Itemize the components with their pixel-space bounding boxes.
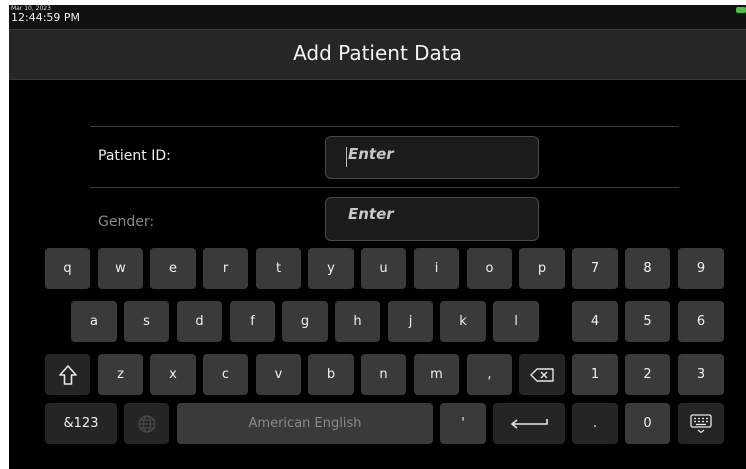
key-d[interactable]: d	[177, 301, 222, 342]
key-2[interactable]: 2	[625, 354, 670, 395]
key-v[interactable]: v	[256, 354, 301, 395]
key-p[interactable]: p	[519, 248, 565, 289]
key-o[interactable]: o	[467, 248, 512, 289]
hide-keyboard-key[interactable]	[678, 403, 724, 444]
backspace-icon	[530, 367, 554, 382]
battery-icon	[736, 7, 746, 13]
enter-key[interactable]	[493, 403, 565, 444]
key-period[interactable]: .	[572, 403, 618, 444]
key-j[interactable]: j	[388, 301, 433, 342]
globe-key[interactable]	[124, 403, 169, 444]
key-m[interactable]: m	[414, 354, 459, 395]
space-key[interactable]: American English	[177, 403, 433, 444]
text-caret	[346, 147, 347, 167]
globe-icon	[137, 414, 156, 433]
patient-id-label: Patient ID:	[98, 148, 171, 164]
key-3[interactable]: 3	[678, 354, 724, 395]
key-z[interactable]: z	[98, 354, 143, 395]
divider	[90, 187, 679, 188]
key-w[interactable]: w	[98, 248, 143, 289]
key-e[interactable]: e	[150, 248, 196, 289]
title-bar: Add Patient Data	[9, 29, 746, 80]
status-bar: Mar 10, 2023 12:44:59 PM	[9, 5, 746, 29]
key-b[interactable]: b	[308, 354, 354, 395]
key-comma[interactable]: ,	[467, 354, 512, 395]
key-apostrophe[interactable]: '	[440, 403, 486, 444]
keyboard-hide-icon	[690, 413, 712, 433]
divider	[90, 126, 679, 127]
key-q[interactable]: q	[45, 248, 90, 289]
key-t[interactable]: t	[256, 248, 301, 289]
patient-id-input[interactable]: Enter	[325, 136, 539, 179]
status-time: 12:44:59 PM	[11, 11, 81, 24]
key-a[interactable]: a	[71, 301, 117, 342]
device-screen: Mar 10, 2023 12:44:59 PM Add Patient Dat…	[9, 5, 746, 469]
backspace-key[interactable]	[519, 354, 565, 395]
symbols-key[interactable]: &123	[45, 403, 117, 444]
key-y[interactable]: y	[308, 248, 354, 289]
shift-key[interactable]	[45, 354, 90, 395]
page-title: Add Patient Data	[293, 41, 462, 65]
key-9[interactable]: 9	[678, 248, 724, 289]
gender-placeholder: Enter	[348, 205, 394, 223]
key-g[interactable]: g	[282, 301, 328, 342]
key-n[interactable]: n	[361, 354, 406, 395]
key-f[interactable]: f	[230, 301, 275, 342]
key-r[interactable]: r	[203, 248, 248, 289]
key-6[interactable]: 6	[678, 301, 724, 342]
key-7[interactable]: 7	[572, 248, 618, 289]
key-l[interactable]: l	[493, 301, 539, 342]
key-1[interactable]: 1	[572, 354, 618, 395]
key-0[interactable]: 0	[625, 403, 670, 444]
key-x[interactable]: x	[150, 354, 196, 395]
enter-icon	[510, 418, 548, 429]
key-k[interactable]: k	[440, 301, 486, 342]
key-u[interactable]: u	[361, 248, 406, 289]
shift-icon	[58, 364, 77, 385]
key-8[interactable]: 8	[625, 248, 670, 289]
key-c[interactable]: c	[203, 354, 248, 395]
key-s[interactable]: s	[124, 301, 169, 342]
key-h[interactable]: h	[335, 301, 380, 342]
key-5[interactable]: 5	[625, 301, 670, 342]
gender-label: Gender:	[98, 214, 155, 230]
gender-input[interactable]: Enter	[325, 197, 539, 241]
patient-id-placeholder: Enter	[348, 145, 394, 163]
key-4[interactable]: 4	[572, 301, 618, 342]
key-i[interactable]: i	[414, 248, 459, 289]
